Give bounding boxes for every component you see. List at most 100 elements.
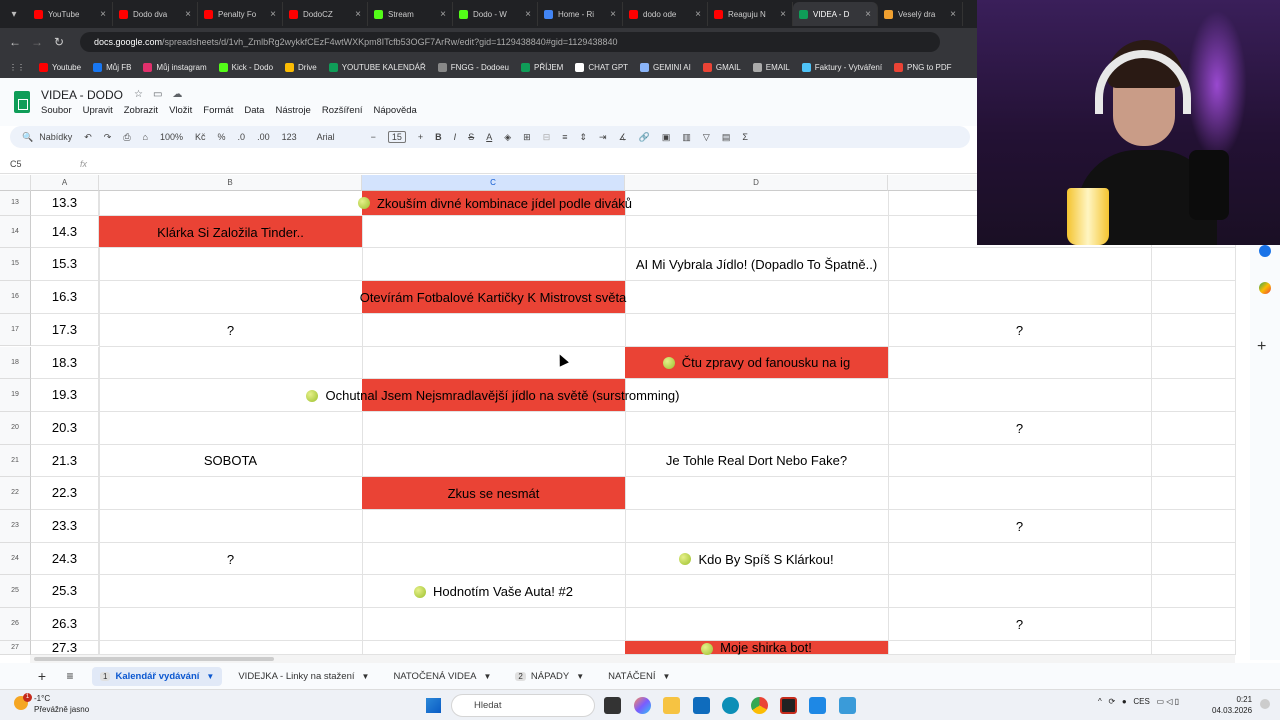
bookmark-item[interactable]: Můj FB (93, 62, 131, 72)
tab-close-icon[interactable]: × (950, 9, 956, 20)
browser-tab[interactable]: Reaguju N × (708, 2, 793, 26)
row-header[interactable]: 25 (0, 575, 31, 609)
weather-widget[interactable]: 1 -1°C Převážně jasno (14, 693, 89, 715)
cell-date[interactable]: 24.3 (31, 542, 99, 576)
apps-grid-icon[interactable]: ⋮⋮ (9, 63, 25, 72)
cell-date[interactable]: 21.3 (31, 444, 99, 478)
redo-icon[interactable]: ↷ (104, 132, 112, 143)
cell-text[interactable]: ? (888, 314, 1151, 347)
url-input[interactable]: docs.google.com/spreadsheets/d/1vh_ZmlbR… (80, 32, 940, 52)
chevron-down-icon[interactable]: ▼ (484, 672, 492, 681)
browser-tab[interactable]: YouTube × (28, 2, 113, 26)
filter-views-icon[interactable]: ▤ (722, 132, 731, 143)
cell-date[interactable]: 26.3 (31, 608, 99, 641)
cell-text[interactable]: AI Mi Vybrala Jídlo! (Dopadlo To Špatně.… (600, 248, 913, 281)
column-header-c[interactable]: C (362, 175, 625, 191)
speaker-icon[interactable]: ◁ (1166, 697, 1172, 706)
align-left-icon[interactable]: ≡ (562, 132, 567, 142)
cell-text[interactable]: Je Tohle Real Dort Nebo Fake? (625, 445, 888, 478)
undo-icon[interactable]: ↶ (84, 132, 92, 143)
row-header[interactable]: 24 (0, 542, 31, 576)
scrollbar-thumb[interactable] (34, 657, 274, 661)
decrease-decimal-button[interactable]: .0 (238, 132, 246, 142)
menu-item[interactable]: Data (244, 105, 264, 116)
row-header[interactable]: 14 (0, 215, 31, 249)
name-box[interactable]: C5 (10, 159, 22, 169)
cell-text[interactable]: ? (99, 314, 362, 347)
currency-button[interactable]: Kč (195, 132, 206, 142)
bookmark-item[interactable]: FNGG - Dodoeu (437, 62, 509, 72)
browser-tab[interactable]: Home - Ri × (538, 2, 623, 26)
contacts-icon[interactable] (1259, 245, 1271, 257)
bookmark-item[interactable]: GEMINI AI (640, 62, 691, 72)
tab-close-icon[interactable]: × (185, 9, 191, 20)
copilot-icon[interactable] (634, 697, 651, 714)
cell-text[interactable]: Zkus se nesmát (362, 477, 625, 510)
reload-icon[interactable]: ↻ (48, 35, 70, 49)
bookmark-item[interactable]: Faktury - Vytváření (801, 62, 882, 72)
add-sheet-icon[interactable]: + (28, 668, 56, 684)
bookmark-item[interactable]: EMAIL (752, 62, 790, 72)
cell-text[interactable]: Kdo By Spíš S Klárkou! (625, 543, 888, 576)
row-header[interactable]: 20 (0, 411, 31, 445)
capcut-icon[interactable] (780, 697, 797, 714)
font-size-input[interactable]: 15 (387, 131, 406, 143)
cell-date[interactable]: 25.3 (31, 575, 99, 609)
back-icon[interactable]: ← (4, 35, 26, 49)
bold-button[interactable]: B (435, 132, 442, 142)
chevron-down-icon[interactable]: ▼ (576, 672, 584, 681)
cell-date[interactable]: 18.3 (31, 346, 99, 380)
row-header[interactable]: 13 (0, 191, 31, 216)
browser-tab[interactable]: dodo ode × (623, 2, 708, 26)
strikethrough-button[interactable]: S (468, 132, 474, 142)
browser-tab[interactable]: Penalty Fo × (198, 2, 283, 26)
cell-text[interactable]: ? (888, 510, 1151, 543)
row-header[interactable]: 17 (0, 313, 31, 347)
language-indicator[interactable]: CES (1133, 697, 1149, 706)
tab-close-icon[interactable]: × (610, 9, 616, 20)
italic-button[interactable]: I (454, 132, 457, 142)
cell-text[interactable]: ? (99, 543, 362, 576)
network-sync-icon[interactable]: ⟳ (1108, 697, 1115, 706)
select-all-corner[interactable] (0, 175, 31, 191)
system-tray[interactable]: ^ ⟳ ● CES ▭ ◁ ▯ (1098, 697, 1179, 706)
cell-date[interactable]: 15.3 (31, 248, 99, 282)
tab-close-icon[interactable]: × (865, 9, 871, 20)
functions-button[interactable]: Σ (742, 132, 748, 142)
browser-tab[interactable]: VIDEA - D × (793, 2, 878, 26)
row-header[interactable]: 19 (0, 379, 31, 412)
row-header[interactable]: 21 (0, 444, 31, 478)
menu-item[interactable]: Nápověda (374, 105, 417, 116)
filter-icon[interactable]: ▽ (703, 132, 710, 143)
row-header[interactable]: 15 (0, 248, 31, 282)
cell-date[interactable]: 22.3 (31, 477, 99, 510)
bookmark-item[interactable]: Můj instagram (143, 62, 207, 72)
browser-tab[interactable]: Stream × (368, 2, 453, 26)
cell-date[interactable]: 14.3 (31, 215, 99, 249)
bookmark-item[interactable]: YOUTUBE KALENDÁŘ (328, 62, 426, 72)
sheet-tab[interactable]: VIDEJKA - Linky na stažení ▼ (230, 667, 377, 686)
bookmark-item[interactable]: Drive (285, 62, 317, 72)
cell-text[interactable]: SOBOTA (99, 445, 362, 478)
vertical-align-icon[interactable]: ⇕ (580, 132, 588, 143)
tab-close-icon[interactable]: × (100, 9, 106, 20)
text-color-button[interactable]: A (486, 132, 492, 142)
cell-text[interactable]: Klárka Si Založila Tinder.. (99, 216, 362, 249)
column-header-d[interactable]: D (625, 175, 888, 191)
row-header[interactable]: 18 (0, 346, 31, 380)
menu-item[interactable]: Formát (203, 105, 233, 116)
bookmark-item[interactable]: GMAIL (702, 62, 741, 72)
browser-tab[interactable]: Dodo dva × (113, 2, 198, 26)
maps-icon[interactable] (1259, 282, 1271, 294)
windows-start-icon[interactable] (426, 698, 441, 713)
chrome-icon[interactable] (751, 697, 768, 714)
tab-close-icon[interactable]: × (355, 9, 361, 20)
row-header[interactable]: 16 (0, 281, 31, 314)
chevron-down-icon[interactable]: ▼ (362, 672, 370, 681)
sheet-tab[interactable]: NATOČENÁ VIDEA ▼ (385, 667, 499, 686)
search-menus-icon[interactable]: 🔍 (22, 132, 33, 143)
tab-close-icon[interactable]: × (270, 9, 276, 20)
forward-icon[interactable]: → (26, 35, 48, 49)
cell-date[interactable]: 20.3 (31, 411, 99, 445)
row-header[interactable]: 23 (0, 510, 31, 543)
